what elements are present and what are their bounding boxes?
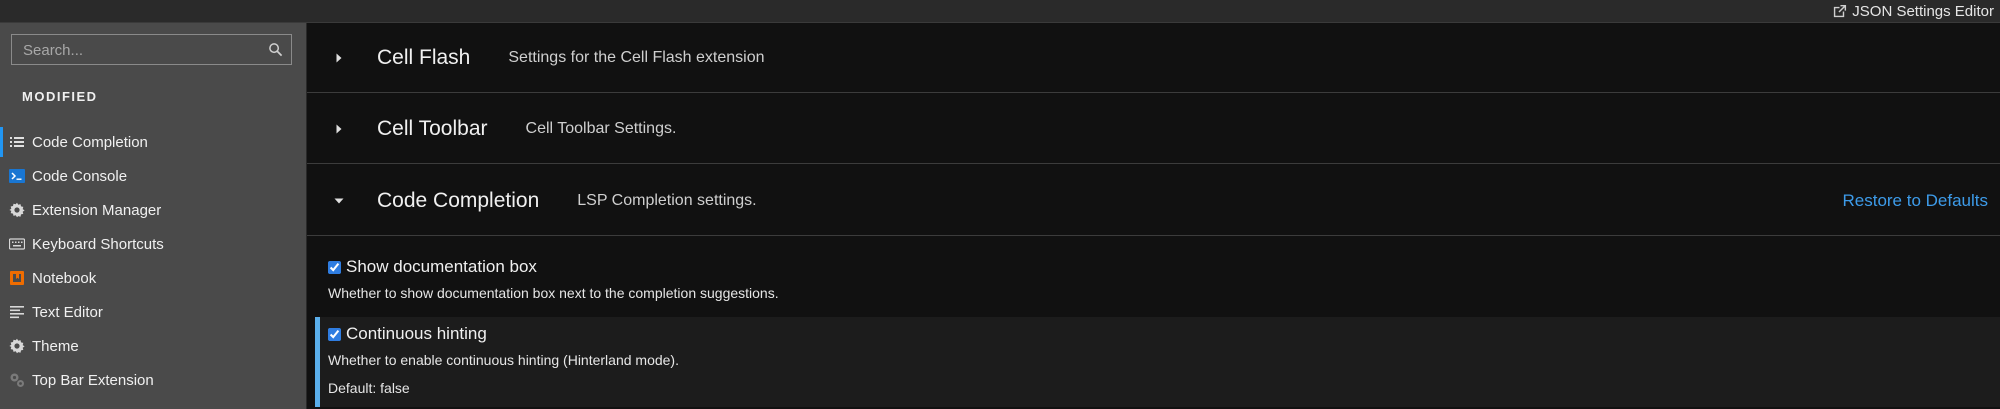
caret-right-icon xyxy=(333,52,345,64)
json-settings-editor-label: JSON Settings Editor xyxy=(1852,2,1994,20)
sidebar-item-code-completion[interactable]: Code Completion xyxy=(0,127,306,157)
setting-continuous-hinting: Continuous hinting Whether to enable con… xyxy=(315,317,2000,407)
settings-main: Cell Flash Settings for the Cell Flash e… xyxy=(307,23,2000,409)
gears-icon xyxy=(9,372,25,388)
console-icon xyxy=(9,168,25,184)
sidebar-item-label: Keyboard Shortcuts xyxy=(32,235,164,253)
section-title-modified: MODIFIED xyxy=(22,89,98,104)
sidebar-item-theme[interactable]: Theme xyxy=(0,331,306,361)
setting-description: Whether to show documentation box next t… xyxy=(328,285,779,301)
search-input[interactable] xyxy=(12,35,265,66)
panel-header-code-completion[interactable]: Code Completion LSP Completion settings.… xyxy=(307,166,2000,236)
panel-title: Cell Toolbar xyxy=(377,116,488,140)
list-icon xyxy=(9,134,25,150)
json-settings-editor-button[interactable]: JSON Settings Editor xyxy=(1832,0,1994,22)
setting-label: Show documentation box xyxy=(346,257,537,276)
notebook-icon xyxy=(9,270,25,286)
continuous-hinting-checkbox[interactable] xyxy=(328,327,341,341)
setting-label: Continuous hinting xyxy=(346,324,487,343)
sidebar-item-notebook[interactable]: Notebook xyxy=(0,263,306,293)
text-editor-icon xyxy=(9,304,25,320)
restore-defaults-link[interactable]: Restore to Defaults xyxy=(1842,191,1988,211)
sidebar-item-keyboard-shortcuts[interactable]: Keyboard Shortcuts xyxy=(0,229,306,259)
sidebar-item-label: Theme xyxy=(32,337,79,355)
setting-show-documentation-box: Show documentation box Whether to show d… xyxy=(307,249,1992,327)
caret-right-icon xyxy=(333,123,345,135)
sidebar-item-label: Top Bar Extension xyxy=(32,371,154,389)
panel-title: Cell Flash xyxy=(377,45,471,69)
panel-description: Settings for the Cell Flash extension xyxy=(508,48,765,66)
sidebar-item-label: Notebook xyxy=(32,269,97,287)
sidebar-item-extension-manager[interactable]: Extension Manager xyxy=(0,195,306,225)
sidebar-item-label: Code Completion xyxy=(32,133,148,151)
sidebar-item-label: Text Editor xyxy=(32,303,103,321)
panel-header-cell-flash[interactable]: Cell Flash Settings for the Cell Flash e… xyxy=(307,23,2000,93)
setting-default-value: Default: false xyxy=(328,380,410,396)
panel-header-cell-toolbar[interactable]: Cell Toolbar Cell Toolbar Settings. xyxy=(307,94,2000,164)
search-box xyxy=(11,34,292,66)
caret-down-icon xyxy=(333,195,345,207)
top-bar: JSON Settings Editor xyxy=(0,0,2000,23)
show-documentation-box-checkbox[interactable] xyxy=(328,260,341,274)
sidebar-item-text-editor[interactable]: Text Editor xyxy=(0,297,306,327)
sidebar-item-label: Code Console xyxy=(32,167,128,185)
sidebar-item-label: Extension Manager xyxy=(32,201,162,219)
keyboard-icon xyxy=(9,236,25,252)
panel-description: Cell Toolbar Settings. xyxy=(525,119,677,137)
panel-description: LSP Completion settings. xyxy=(577,191,757,209)
external-link-icon xyxy=(1834,4,1847,17)
gear-icon xyxy=(9,202,25,218)
sidebar-item-code-console[interactable]: Code Console xyxy=(0,161,306,191)
settings-sidebar: MODIFIED Code Completion Code Console Ex… xyxy=(0,23,307,409)
search-icon[interactable] xyxy=(268,42,283,57)
panel-title: Code Completion xyxy=(377,188,540,212)
gear-icon xyxy=(9,338,25,354)
sidebar-item-top-bar-extension[interactable]: Top Bar Extension xyxy=(0,365,306,395)
setting-description: Whether to enable continuous hinting (Hi… xyxy=(328,352,679,368)
